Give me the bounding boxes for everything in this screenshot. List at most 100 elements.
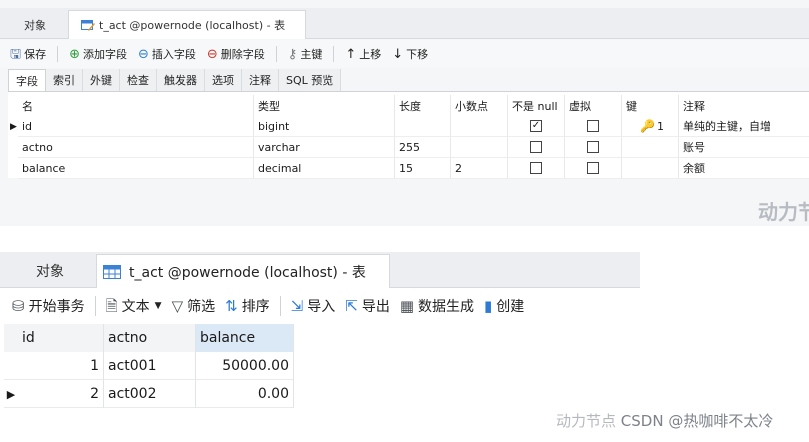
col-header-balance[interactable]: balance <box>196 324 294 352</box>
col-header-key[interactable]: 键 <box>622 95 679 116</box>
field-type[interactable]: varchar <box>254 137 395 158</box>
field-length[interactable] <box>395 116 451 137</box>
toolbar-separator <box>94 296 96 316</box>
field-row[interactable]: actno varchar 255 账号 <box>8 137 809 158</box>
dataview-tab-bar: 对象 t_act @powernode (localhost) - 表 <box>0 252 640 288</box>
save-label: 保存 <box>24 48 47 61</box>
dataview-toolbar: ⛁ 开始事务 🗎 文本 ▼ ▽ 筛选 ⇅ 排序 ⇲ 导入 ⇱ 导出 ▦ 数据生成 <box>0 290 640 322</box>
data-row[interactable]: ▶ 2 act002 0.00 <box>4 380 294 408</box>
col-header-type[interactable]: 类型 <box>254 95 395 116</box>
begin-transaction-button[interactable]: ⛁ 开始事务 <box>12 296 85 316</box>
sort-label: 排序 <box>241 299 270 315</box>
cell-balance[interactable]: 0.00 <box>196 380 294 408</box>
data-generation-label: 数据生成 <box>418 299 475 315</box>
subtab-sql-preview[interactable]: SQL 预览 <box>279 69 342 91</box>
data-view-panel: 对象 t_act @powernode (localhost) - 表 ⛁ 开始… <box>0 248 640 442</box>
document-icon: 🗎 <box>105 296 118 315</box>
arrow-down-icon: ↓ <box>392 46 404 62</box>
chevron-down-icon: ▼ <box>154 301 162 311</box>
toolbar-separator <box>333 46 335 62</box>
col-header-virtual[interactable]: 虚拟 <box>565 95 622 116</box>
subtab-checks[interactable]: 检查 <box>120 69 157 91</box>
designer-subtabs: 字段 索引 外键 检查 触发器 选项 注释 SQL 预览 <box>8 69 342 91</box>
cell-balance[interactable]: 50000.00 <box>196 352 294 380</box>
sort-icon: ⇅ <box>225 296 238 315</box>
field-comment[interactable]: 余额 <box>679 158 809 179</box>
move-down-button[interactable]: ↓ 下移 <box>392 46 428 62</box>
col-header-comment[interactable]: 注释 <box>679 95 809 116</box>
subtab-indexes[interactable]: 索引 <box>46 69 83 91</box>
col-header-actno[interactable]: actno <box>104 324 196 352</box>
filter-icon: ▽ <box>171 296 184 315</box>
field-decimals[interactable] <box>451 137 508 158</box>
import-button[interactable]: ⇲ 导入 <box>291 296 336 316</box>
export-button[interactable]: ⇱ 导出 <box>345 296 390 316</box>
subtab-fields[interactable]: 字段 <box>8 69 46 91</box>
data-generation-button[interactable]: ▦ 数据生成 <box>400 296 474 316</box>
not-null-checkbox[interactable] <box>530 162 542 174</box>
filter-button[interactable]: ▽ 筛选 <box>172 296 216 316</box>
save-button[interactable]: 🖫 保存 <box>10 46 46 62</box>
row-pointer-icon: ▶ <box>6 387 16 401</box>
move-up-button[interactable]: ↑ 上移 <box>345 46 381 62</box>
cell-actno[interactable]: act002 <box>104 380 196 408</box>
col-header-length[interactable]: 长度 <box>395 95 451 116</box>
add-circle-icon: ⊕ <box>69 46 80 62</box>
field-row[interactable]: ▶ id bigint ✓ 🔑 1 单纯的主键，自增 <box>8 116 809 137</box>
cell-id[interactable]: 1 <box>18 352 104 380</box>
field-length[interactable]: 15 <box>395 158 451 179</box>
add-field-label: 添加字段 <box>82 48 127 61</box>
not-null-checkbox[interactable]: ✓ <box>530 120 542 132</box>
delete-field-button[interactable]: ⊖ 删除字段 <box>207 46 265 62</box>
not-null-checkbox[interactable] <box>530 141 542 153</box>
cell-actno[interactable]: act001 <box>104 352 196 380</box>
cell-id[interactable]: 2 <box>18 380 104 408</box>
field-name[interactable]: balance <box>18 158 254 179</box>
import-label: 导入 <box>307 299 336 315</box>
subtab-triggers[interactable]: 触发器 <box>157 69 205 91</box>
col-header-decimals[interactable]: 小数点 <box>451 95 508 116</box>
virtual-checkbox[interactable] <box>587 120 599 132</box>
virtual-checkbox[interactable] <box>587 162 599 174</box>
sort-button[interactable]: ⇅ 排序 <box>225 296 270 316</box>
field-not-null <box>508 158 565 179</box>
field-not-null <box>508 137 565 158</box>
field-type[interactable]: decimal <box>254 158 395 179</box>
field-key: 🔑 1 <box>622 116 679 137</box>
field-comment[interactable]: 账号 <box>679 137 809 158</box>
col-header-not-null[interactable]: 不是 null <box>508 95 565 116</box>
fields-header-row: 名 类型 长度 小数点 不是 null 虚拟 键 注释 <box>8 95 809 116</box>
primary-key-button[interactable]: ⚷ 主键 <box>288 46 323 62</box>
data-row[interactable]: 1 act001 50000.00 <box>4 352 294 380</box>
tab-table-data[interactable]: t_act @powernode (localhost) - 表 <box>96 254 390 288</box>
arrow-up-icon: ↑ <box>345 46 357 62</box>
create-chart-button[interactable]: ▮ 创建 <box>484 296 524 316</box>
col-header-name[interactable]: 名 <box>18 95 254 116</box>
field-length[interactable]: 255 <box>395 137 451 158</box>
field-row[interactable]: balance decimal 15 2 余额 <box>8 158 809 179</box>
text-view-button[interactable]: 🗎 文本 ▼ <box>106 296 162 316</box>
subtab-options[interactable]: 选项 <box>205 69 242 91</box>
field-decimals[interactable]: 2 <box>451 158 508 179</box>
subtab-comment[interactable]: 注释 <box>242 69 279 91</box>
insert-field-button[interactable]: ⊖ 插入字段 <box>138 46 196 62</box>
import-icon: ⇲ <box>290 296 304 315</box>
field-decimals[interactable] <box>451 116 508 137</box>
tab-table-design[interactable]: t_act @powernode (localhost) - 表 <box>68 10 306 39</box>
fields-grid: 名 类型 长度 小数点 不是 null 虚拟 键 注释 ▶ id bigint … <box>8 91 809 179</box>
field-virtual <box>565 158 622 179</box>
field-comment[interactable]: 单纯的主键，自增 <box>679 116 809 137</box>
tab-objects[interactable]: 对象 <box>36 254 64 288</box>
field-name[interactable]: actno <box>18 137 254 158</box>
col-header-id[interactable]: id <box>18 324 104 352</box>
virtual-checkbox[interactable] <box>587 141 599 153</box>
field-type[interactable]: bigint <box>254 116 395 137</box>
subtab-foreign-keys[interactable]: 外键 <box>83 69 120 91</box>
tab-table-design-label: t_act @powernode (localhost) - 表 <box>99 19 286 32</box>
row-pointer-icon: ▶ <box>10 121 17 132</box>
field-key-order: 1 <box>656 119 664 133</box>
add-field-button[interactable]: ⊕ 添加字段 <box>69 46 127 62</box>
toolbar-separator <box>57 46 59 62</box>
field-name[interactable]: id <box>18 116 254 137</box>
tab-objects[interactable]: 对象 <box>12 10 58 39</box>
